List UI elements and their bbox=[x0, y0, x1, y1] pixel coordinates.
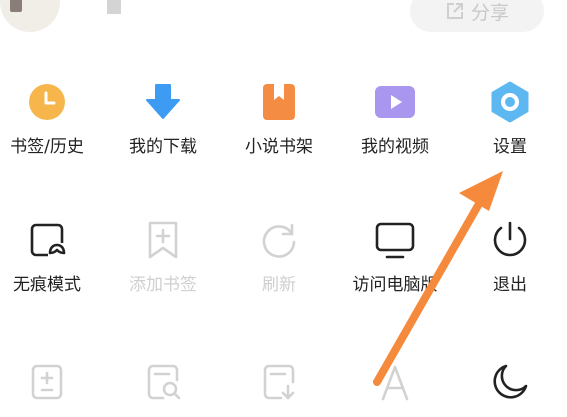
menu-item-label: 书签/历史 bbox=[10, 137, 84, 157]
bookmark-book-icon bbox=[257, 80, 301, 124]
menu-item-label: 刷新 bbox=[262, 275, 296, 295]
zoom-icon bbox=[25, 360, 69, 404]
menu-item-find-in-page[interactable] bbox=[108, 360, 218, 404]
menu-item-label: 添加书签 bbox=[129, 275, 197, 295]
menu-item-label: 无痕模式 bbox=[13, 275, 81, 295]
add-bookmark-icon bbox=[141, 218, 185, 262]
menu-item-label: 小说书架 bbox=[245, 137, 313, 157]
menu-item-my-downloads[interactable]: 我的下载 bbox=[108, 80, 218, 159]
power-icon bbox=[488, 218, 532, 262]
menu-item-add-bookmark[interactable]: 添加书签 bbox=[108, 218, 218, 297]
font-size-icon bbox=[373, 360, 417, 404]
settings-hexagon-icon bbox=[488, 80, 532, 124]
clock-icon bbox=[25, 80, 69, 124]
menu-item-bookmarks-history[interactable]: 书签/历史 bbox=[0, 80, 102, 159]
menu-item-label: 退出 bbox=[493, 275, 527, 295]
menu-item-refresh[interactable]: 刷新 bbox=[224, 218, 334, 297]
menu-item-settings[interactable]: 设置 bbox=[455, 80, 565, 159]
menu-item-night-mode[interactable] bbox=[455, 360, 565, 404]
menu-item-novel-bookshelf[interactable]: 小说书架 bbox=[224, 80, 334, 159]
video-play-icon bbox=[373, 80, 417, 124]
find-in-page-icon bbox=[141, 360, 185, 404]
night-mode-moon-icon bbox=[488, 360, 532, 404]
desktop-monitor-icon bbox=[373, 218, 417, 262]
menu-grid: 书签/历史 我的下载 小说书架 我的视频 设置 无痕模式 添加书签 刷新 访问电… bbox=[0, 0, 567, 417]
menu-item-save-page[interactable] bbox=[224, 360, 334, 404]
menu-item-zoom[interactable] bbox=[0, 360, 102, 404]
download-arrow-icon bbox=[141, 80, 185, 124]
save-page-icon bbox=[257, 360, 301, 404]
refresh-icon bbox=[257, 218, 301, 262]
menu-item-font-size[interactable] bbox=[340, 360, 450, 404]
menu-item-my-videos[interactable]: 我的视频 bbox=[340, 80, 450, 159]
menu-item-label: 访问电脑版 bbox=[352, 275, 438, 295]
menu-item-label: 我的下载 bbox=[129, 137, 197, 157]
incognito-icon bbox=[25, 218, 69, 262]
menu-item-desktop-version[interactable]: 访问电脑版 bbox=[340, 218, 450, 297]
menu-item-label: 我的视频 bbox=[361, 137, 429, 157]
menu-item-exit[interactable]: 退出 bbox=[455, 218, 565, 297]
menu-item-incognito-mode[interactable]: 无痕模式 bbox=[0, 218, 102, 297]
menu-item-label: 设置 bbox=[493, 137, 527, 157]
